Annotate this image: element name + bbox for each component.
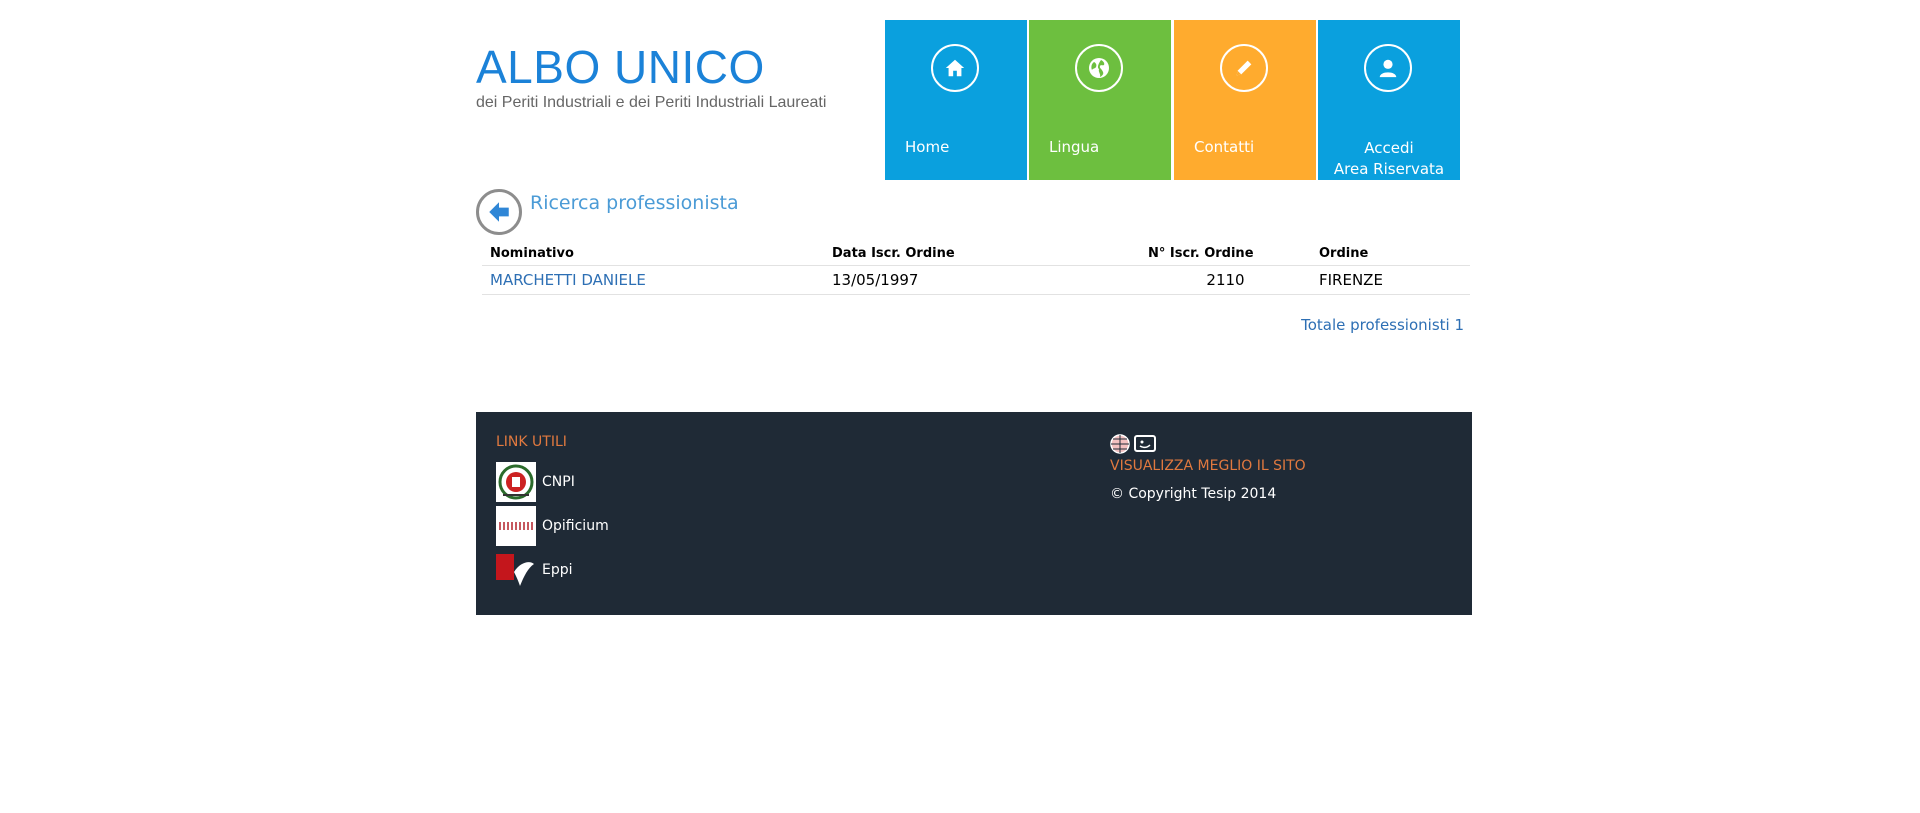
nav-tile-label-line1: Accedi [1364,139,1414,157]
globe-icon [1075,44,1123,92]
accessibility-chat-icon [1134,435,1156,452]
column-header-nominativo[interactable]: Nominativo [482,242,824,266]
column-header-ordine[interactable]: Ordine [1311,242,1470,266]
nav-tile-label: Accedi Area Riservata [1318,138,1460,180]
column-header-data[interactable]: Data Iscr. Ordine [824,242,1140,266]
column-header-numero[interactable]: N° Iscr. Ordine [1140,242,1311,266]
nav-tile-label: Home [905,138,950,156]
link-eppi[interactable]: Eppi [496,550,573,590]
page: ALBO UNICO dei Periti Industriali e dei … [0,0,1920,813]
link-label: Opificium [542,518,609,534]
table-header-row: Nominativo Data Iscr. Ordine N° Iscr. Or… [482,242,1470,266]
total-count: Totale professionisti 1 [1301,316,1464,334]
nav-tile-home[interactable]: Home [885,20,1027,180]
cell-ordine: FIRENZE [1311,265,1470,295]
link-cnpi[interactable]: CNPI [496,462,575,502]
user-icon [1364,44,1412,92]
opificium-logo-icon [496,506,536,546]
nav-tile-label: Lingua [1049,138,1100,156]
cell-data: 13/05/1997 [824,265,1140,295]
nav-tile-accedi[interactable]: Accedi Area Riservata [1318,20,1460,180]
links-heading: LINK UTILI [496,434,567,450]
link-opificium[interactable]: Opificium [496,506,609,546]
footer: LINK UTILI CNPI Opificium Eppi VISUALIZZ… [476,412,1472,615]
table-row: MARCHETTI DANIELE 13/05/1997 2110 FIRENZ… [482,265,1470,295]
copyright-text: © Copyright Tesip 2014 [1110,486,1277,502]
nav-tile-label-line2: Area Riservata [1333,160,1445,178]
nav-tile-lingua[interactable]: Lingua [1029,20,1171,180]
back-button[interactable] [476,189,522,235]
arrow-left-icon [489,202,509,222]
eppi-logo-icon [496,550,536,590]
accessibility-globe-icon [1110,434,1130,454]
cell-nominativo: MARCHETTI DANIELE [482,265,824,295]
pencil-icon [1220,44,1268,92]
site-subtitle: dei Periti Industriali e dei Periti Indu… [476,94,827,111]
nav-tile-contatti[interactable]: Contatti [1174,20,1316,180]
professional-name-link[interactable]: MARCHETTI DANIELE [490,271,646,289]
accessibility-heading[interactable]: VISUALIZZA MEGLIO IL SITO [1110,458,1306,474]
results-table: Nominativo Data Iscr. Ordine N° Iscr. Or… [482,242,1470,295]
accessibility-toggle[interactable] [1110,434,1157,454]
cell-numero: 2110 [1140,265,1311,295]
site-title: ALBO UNICO [476,41,765,93]
cnpi-logo-icon [496,462,536,502]
nav-tile-label: Contatti [1194,138,1255,156]
link-label: CNPI [542,474,575,490]
link-label: Eppi [542,562,573,578]
section-title: Ricerca professionista [530,192,739,214]
home-icon [931,44,979,92]
